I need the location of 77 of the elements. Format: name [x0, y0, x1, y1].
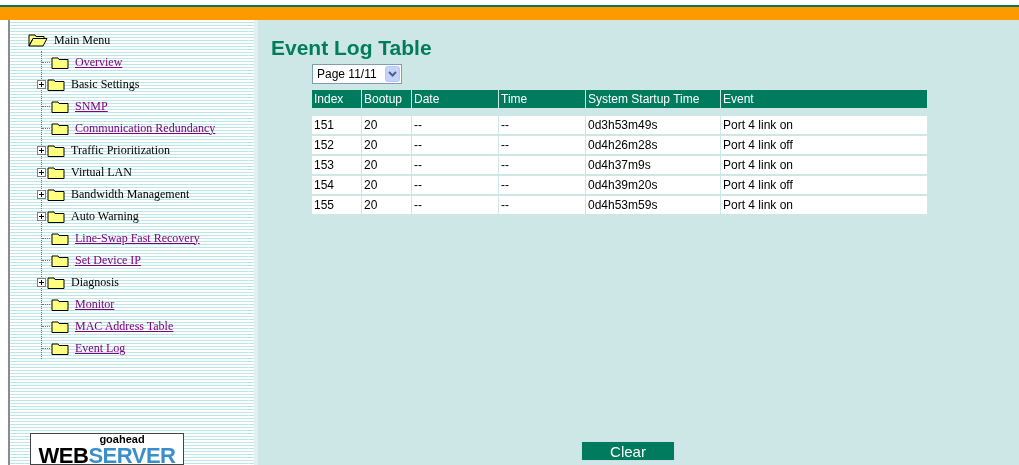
table-cell: Port 4 link on	[721, 196, 927, 214]
folder-icon	[51, 253, 69, 267]
folder-icon	[51, 341, 69, 355]
folder-icon	[51, 231, 69, 245]
tree-item[interactable]: Traffic Prioritization	[71, 142, 170, 158]
table-cell: 152	[312, 136, 361, 154]
expand-icon[interactable]	[37, 79, 46, 89]
table-cell: 0d3h53m49s	[586, 116, 720, 134]
table-cell: 20	[362, 136, 411, 154]
table-cell: --	[412, 176, 498, 194]
tree-link[interactable]: Overview	[75, 54, 123, 70]
expand-icon[interactable]	[37, 167, 46, 177]
expand-icon[interactable]	[37, 145, 46, 155]
table-cell: 0d4h37m9s	[586, 156, 720, 174]
column-header: Index	[312, 90, 361, 108]
table-cell: Port 4 link off	[721, 136, 927, 154]
table-cell: 20	[362, 156, 411, 174]
tree-item[interactable]: Auto Warning	[71, 208, 139, 224]
tree-link[interactable]: Communication Redundancy	[75, 120, 216, 136]
tree-item[interactable]: Main Menu	[54, 32, 111, 48]
table-cell: --	[412, 116, 498, 134]
caret-icon	[385, 66, 400, 82]
folder-icon	[47, 165, 65, 179]
folder-icon	[47, 77, 65, 91]
table-cell: Port 4 link on	[721, 156, 927, 174]
tree-link[interactable]: MAC Address Table	[75, 318, 174, 334]
folder-icon	[51, 99, 69, 113]
folder-icon	[47, 209, 65, 223]
table-cell: --	[412, 136, 498, 154]
page-title: Event Log Table	[271, 36, 433, 60]
column-header: Time	[499, 90, 585, 108]
table-cell: --	[499, 136, 585, 154]
table-cell: 0d4h39m20s	[586, 176, 720, 194]
table-cell: 154	[312, 176, 361, 194]
folder-icon	[47, 143, 65, 157]
clear-button[interactable]: Clear	[581, 441, 675, 461]
tree-item[interactable]: Diagnosis	[71, 274, 119, 290]
folder-icon	[47, 275, 65, 289]
tree-link[interactable]: Line-Swap Fast Recovery	[75, 230, 200, 246]
tree-link[interactable]: Set Device IP	[75, 252, 141, 268]
tree-item[interactable]: Virtual LAN	[71, 164, 132, 180]
expand-icon[interactable]	[37, 211, 46, 221]
table-cell: 20	[362, 196, 411, 214]
folder-icon	[47, 187, 65, 201]
table-cell: --	[412, 156, 498, 174]
table-cell: Port 4 link on	[721, 116, 927, 134]
tree-item[interactable]: Basic Settings	[71, 76, 140, 92]
logo-text: goahead	[99, 434, 145, 445]
column-header: Date	[412, 90, 498, 108]
tree-link[interactable]: Event Log	[75, 340, 126, 356]
page-select[interactable]: Page 11/11	[312, 64, 402, 84]
table-cell: 0d4h26m28s	[586, 136, 720, 154]
expand-icon[interactable]	[37, 277, 46, 287]
folder-icon	[51, 121, 69, 135]
column-header: Bootup	[362, 90, 411, 108]
table-cell: --	[499, 156, 585, 174]
column-header: Event	[721, 90, 927, 108]
table-cell: 153	[312, 156, 361, 174]
folder-icon	[51, 319, 69, 333]
folder-icon	[51, 297, 69, 311]
table-cell: --	[499, 116, 585, 134]
table-cell: 20	[362, 116, 411, 134]
tree-link[interactable]: SNMP	[75, 98, 108, 114]
tree-item[interactable]: Bandwidth Management	[71, 186, 190, 202]
logo-text: WEB	[38, 443, 89, 465]
table-cell: --	[412, 196, 498, 214]
table-cell: 20	[362, 176, 411, 194]
table-cell: 155	[312, 196, 361, 214]
table-cell: 151	[312, 116, 361, 134]
folder-icon	[51, 55, 69, 69]
table-cell: 0d4h53m59s	[586, 196, 720, 214]
tree-link[interactable]: Monitor	[75, 296, 115, 312]
table-cell: --	[499, 176, 585, 194]
table-cell: Port 4 link off	[721, 176, 927, 194]
table-cell: --	[499, 196, 585, 214]
expand-icon[interactable]	[37, 189, 46, 199]
column-header: System Startup Time	[586, 90, 720, 108]
